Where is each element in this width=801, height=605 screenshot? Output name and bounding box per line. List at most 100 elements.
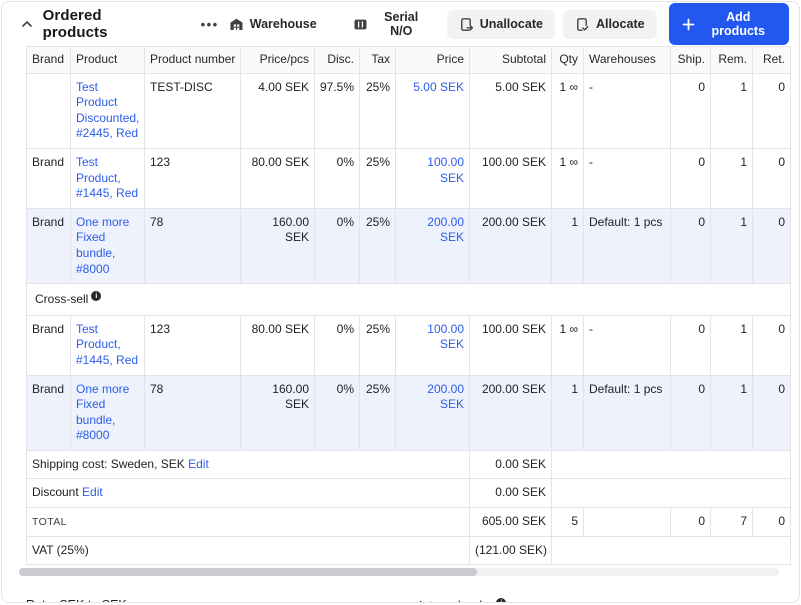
product-number-cell: 123 [145, 148, 241, 208]
products-table-container: BrandProductProduct numberPrice/pcsDisc.… [26, 46, 792, 565]
tax-cell: 25% [360, 208, 396, 283]
table-row: Brand Test Product, #1445, Red 123 80.00… [27, 315, 791, 375]
collapse-chevron-button[interactable] [16, 13, 38, 35]
total-rem: 7 [711, 508, 753, 537]
vat-label: VAT (25%) [32, 543, 89, 557]
add-products-button[interactable]: Add products [669, 3, 789, 45]
horizontal-scrollbar-thumb[interactable] [19, 568, 477, 576]
brand-cell: Brand [27, 315, 71, 375]
table-row: Test Product Discounted, #2445, Red TEST… [27, 73, 791, 148]
table-header-row: BrandProductProduct numberPrice/pcsDisc.… [27, 47, 791, 74]
product-link[interactable]: One more Fixed bundle, #8000 [76, 382, 129, 443]
tax-cell: 25% [360, 375, 396, 450]
subtotal-cell: 200.00 SEK [470, 208, 552, 283]
product-cell: Test Product Discounted, #2445, Red [71, 73, 145, 148]
discount-cell: 0% [315, 148, 360, 208]
allocate-button[interactable]: Allocate [563, 10, 657, 39]
product-cell: One more Fixed bundle, #8000 [71, 208, 145, 283]
price-pcs-cell: 80.00 SEK [241, 148, 315, 208]
column-header-brand: Brand [27, 47, 71, 74]
rate-label: Rate, SEK to SEK [26, 598, 419, 603]
price-cell: 200.00 SEK [396, 208, 470, 283]
panel-footer: Rate, SEK to SEK 1.00000 Change rate Int… [2, 576, 799, 603]
price-link[interactable]: 200.00 SEK [427, 215, 464, 245]
discount-cell: 97.5% [315, 73, 360, 148]
price-pcs-cell: 160.00 SEK [241, 208, 315, 283]
column-header-product: Product [71, 47, 145, 74]
allocate-button-label: Allocate [596, 17, 645, 31]
info-icon: i [496, 598, 506, 603]
price-pcs-cell: 160.00 SEK [241, 375, 315, 450]
subtotal-cell: 5.00 SEK [470, 73, 552, 148]
column-header-price: Price [396, 47, 470, 74]
column-header-disc: Disc. [315, 47, 360, 74]
horizontal-scrollbar-track [19, 568, 779, 576]
warehouse-button-label: Warehouse [250, 17, 317, 31]
tax-cell: 25% [360, 148, 396, 208]
ordered-products-panel: Ordered products ••• Warehouse Serial N/… [1, 1, 800, 603]
column-header-subtotal: Subtotal [470, 47, 552, 74]
qty-cell: 1 ∞ [552, 148, 584, 208]
table-row: Brand One more Fixed bundle, #8000 78 16… [27, 375, 791, 450]
more-options-button[interactable]: ••• [201, 17, 219, 32]
price-link[interactable]: 5.00 SEK [413, 80, 464, 94]
price-pcs-cell: 4.00 SEK [241, 73, 315, 148]
price-link[interactable]: 200.00 SEK [427, 382, 464, 412]
panel-title: Ordered products [43, 7, 169, 41]
rem-cell: 1 [711, 315, 753, 375]
subtotal-cell: 100.00 SEK [470, 148, 552, 208]
price-pcs-cell: 80.00 SEK [241, 315, 315, 375]
brand-cell [27, 73, 71, 148]
qty-cell: 1 [552, 375, 584, 450]
product-link[interactable]: Test Product Discounted, #2445, Red [76, 80, 139, 141]
subtotal-cell: 200.00 SEK [470, 375, 552, 450]
qty-cell: 1 [552, 208, 584, 283]
price-cell: 5.00 SEK [396, 73, 470, 148]
add-products-button-label: Add products [701, 10, 776, 38]
info-icon: i [91, 291, 101, 301]
qty-cell: 1 ∞ [552, 73, 584, 148]
brand-cell: Brand [27, 375, 71, 450]
rem-cell: 1 [711, 148, 753, 208]
chevron-up-icon [20, 17, 34, 31]
ret-cell: 0 [753, 375, 791, 450]
warehouses-cell: - [584, 73, 671, 148]
discount-row: Discount Edit 0.00 SEK [27, 479, 791, 508]
ship-cell: 0 [671, 375, 711, 450]
warehouses-cell: - [584, 148, 671, 208]
shipping-edit-link[interactable]: Edit [188, 457, 209, 471]
warehouse-button[interactable]: Warehouse [219, 11, 327, 38]
tax-cell: 25% [360, 315, 396, 375]
table-row: Brand Test Product, #1445, Red 123 80.00… [27, 148, 791, 208]
serial-no-button-label: Serial N/O [374, 10, 429, 38]
ret-cell: 0 [753, 148, 791, 208]
serial-number-icon [353, 17, 368, 32]
total-qty: 5 [552, 508, 584, 537]
internal-order-label: Internal order [419, 599, 493, 603]
discount-edit-link[interactable]: Edit [82, 485, 103, 499]
rem-cell: 1 [711, 73, 753, 148]
price-cell: 100.00 SEK [396, 148, 470, 208]
discount-cell: 0% [315, 375, 360, 450]
discount-value: 0.00 SEK [470, 479, 552, 508]
product-link[interactable]: Test Product, #1445, Red [76, 322, 138, 367]
rem-cell: 1 [711, 208, 753, 283]
warehouses-cell: Default: 1 pcs [584, 208, 671, 283]
tax-cell: 25% [360, 73, 396, 148]
shipping-cost-row: Shipping cost: Sweden, SEK Edit 0.00 SEK [27, 450, 791, 479]
product-link[interactable]: Test Product, #1445, Red [76, 155, 138, 200]
products-table: BrandProductProduct numberPrice/pcsDisc.… [26, 46, 791, 565]
product-link[interactable]: One more Fixed bundle, #8000 [76, 215, 129, 276]
product-number-cell: TEST-DISC [145, 73, 241, 148]
column-header-ship: Ship. [671, 47, 711, 74]
price-link[interactable]: 100.00 SEK [427, 322, 464, 352]
ship-cell: 0 [671, 148, 711, 208]
price-link[interactable]: 100.00 SEK [427, 155, 464, 185]
warehouses-cell: Default: 1 pcs [584, 375, 671, 450]
product-cell: Test Product, #1445, Red [71, 148, 145, 208]
cross-sell-label: Cross-sell [35, 292, 88, 306]
total-label: TOTAL [32, 516, 67, 528]
brand-cell: Brand [27, 208, 71, 283]
unallocate-button[interactable]: Unallocate [447, 10, 555, 39]
serial-no-button[interactable]: Serial N/O [343, 4, 439, 44]
